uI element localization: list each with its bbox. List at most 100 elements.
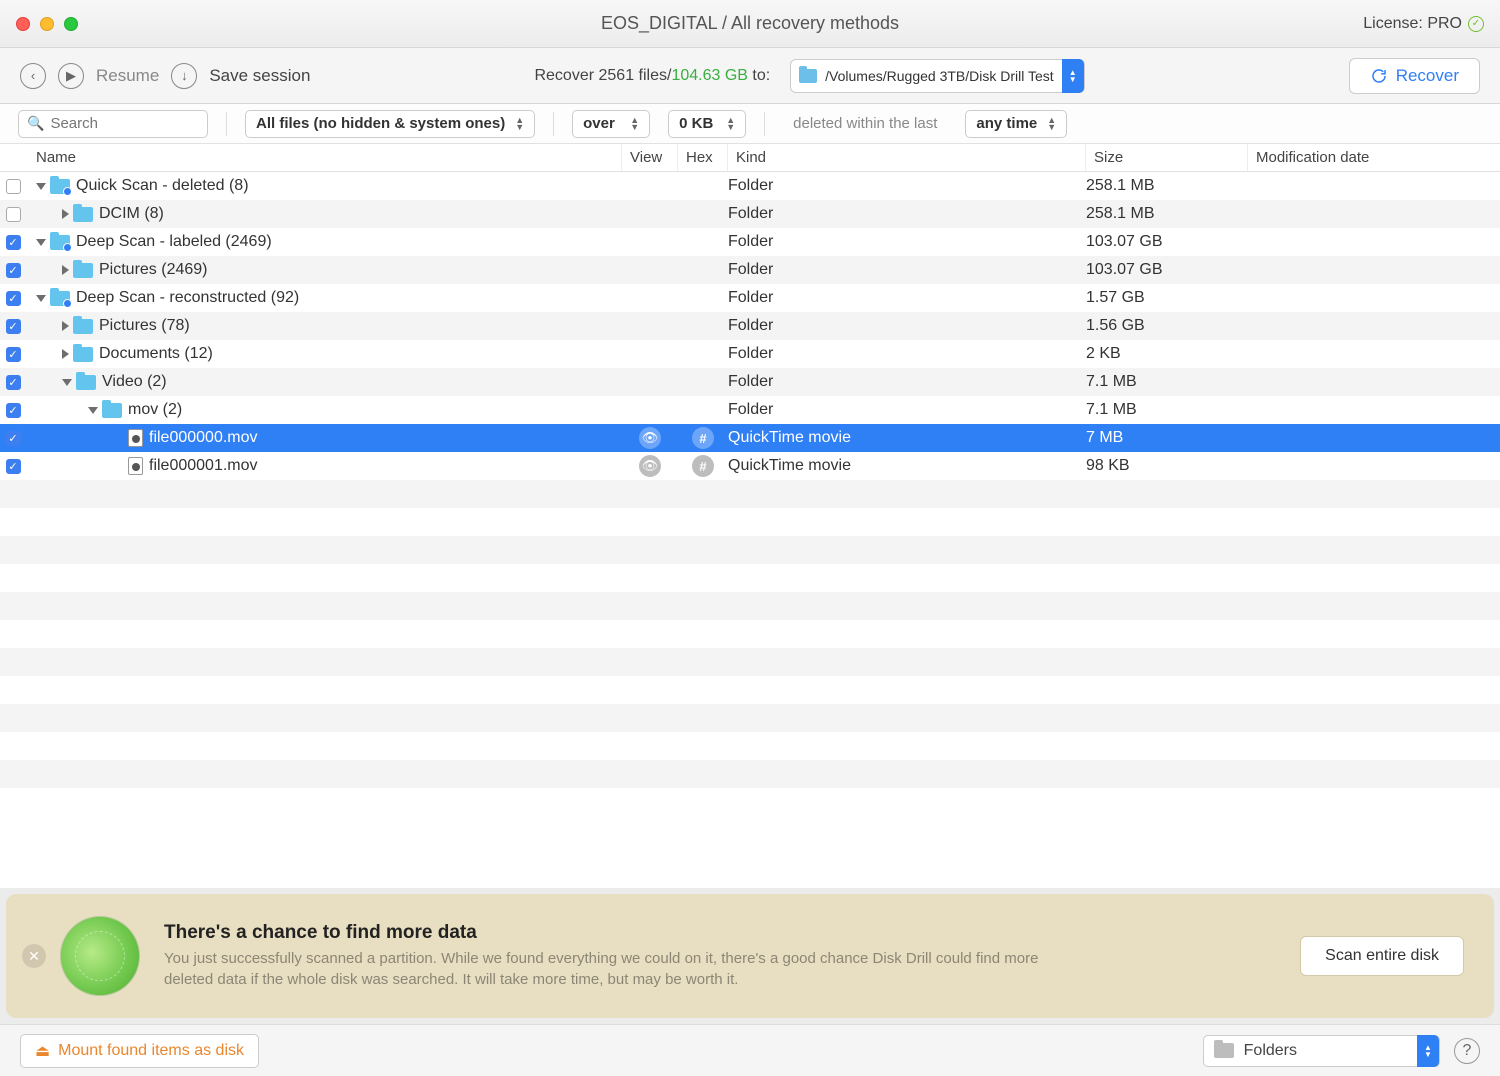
folder-icon xyxy=(102,403,122,418)
row-name: file000001.mov xyxy=(149,457,258,475)
column-modification-date[interactable]: Modification date xyxy=(1248,144,1500,171)
search-field[interactable] xyxy=(50,115,199,132)
window-title: EOS_DIGITAL / All recovery methods xyxy=(601,13,899,34)
recover-icon xyxy=(1370,67,1388,85)
table-row[interactable]: ✓Pictures (78)Folder1.56 GB xyxy=(0,312,1500,340)
row-checkbox[interactable]: ✓ xyxy=(6,235,21,250)
disclosure-triangle-icon[interactable] xyxy=(62,265,69,275)
folder-icon xyxy=(73,347,93,362)
search-icon: 🔍 xyxy=(27,115,44,132)
empty-row xyxy=(0,704,1500,732)
hex-button[interactable]: # xyxy=(692,455,714,477)
table-row[interactable]: ✓ file000001.mov 👁 # QuickTime movie98 KB xyxy=(0,452,1500,480)
recover-button[interactable]: Recover xyxy=(1349,58,1480,94)
kind-cell: QuickTime movie xyxy=(728,457,1086,475)
row-checkbox[interactable]: ✓ xyxy=(6,403,21,418)
table-row[interactable]: ✓Deep Scan - reconstructed (92)Folder1.5… xyxy=(0,284,1500,312)
preview-button[interactable]: 👁 xyxy=(639,455,661,477)
name-cell: Deep Scan - labeled (2469) xyxy=(26,233,622,251)
filter-bar: 🔍 All files (no hidden & system ones) ▲▼… xyxy=(0,104,1500,144)
disclosure-triangle-icon[interactable] xyxy=(62,379,72,386)
row-checkbox[interactable]: ✓ xyxy=(6,375,21,390)
size-cell: 258.1 MB xyxy=(1086,205,1248,223)
table-row[interactable]: ✓Deep Scan - labeled (2469)Folder103.07 … xyxy=(0,228,1500,256)
license-badge[interactable]: License: PRO ✓ xyxy=(1363,15,1484,33)
hex-button[interactable]: # xyxy=(692,427,714,449)
name-cell: file000000.mov xyxy=(26,429,622,447)
chevron-updown-icon: ▲▼ xyxy=(1047,117,1056,131)
separator xyxy=(553,112,554,136)
view-mode-dropdown[interactable]: Folders ▲▼ xyxy=(1203,1035,1440,1067)
close-banner-button[interactable]: ✕ xyxy=(22,944,46,968)
empty-row xyxy=(0,536,1500,564)
row-checkbox[interactable]: ✓ xyxy=(6,459,21,474)
path-stepper-icon[interactable]: ▲▼ xyxy=(1062,59,1084,93)
table-row[interactable]: ✓Video (2)Folder7.1 MB xyxy=(0,368,1500,396)
column-kind[interactable]: Kind xyxy=(728,144,1086,171)
size-cell: 1.57 GB xyxy=(1086,289,1248,307)
row-checkbox[interactable]: ✓ xyxy=(6,431,21,446)
table-row[interactable]: Quick Scan - deleted (8)Folder258.1 MB xyxy=(0,172,1500,200)
column-size[interactable]: Size xyxy=(1086,144,1248,171)
separator xyxy=(764,112,765,136)
column-hex[interactable]: Hex xyxy=(678,144,728,171)
save-session-icon[interactable]: ↓ xyxy=(171,63,197,89)
column-name[interactable]: Name xyxy=(0,144,622,171)
chevron-updown-icon: ▲▼ xyxy=(515,117,524,131)
resume-label[interactable]: Resume xyxy=(96,66,159,86)
empty-row xyxy=(0,760,1500,788)
row-checkbox[interactable]: ✓ xyxy=(6,319,21,334)
destination-path-selector[interactable]: /Volumes/Rugged 3TB/Disk Drill Test ▲▼ xyxy=(790,59,1085,93)
zoom-window-icon[interactable] xyxy=(64,17,78,31)
disclosure-triangle-icon[interactable] xyxy=(36,183,46,190)
name-cell: Pictures (78) xyxy=(26,317,622,335)
deleted-within-label: deleted within the last xyxy=(783,110,947,138)
play-button[interactable]: ▶ xyxy=(58,63,84,89)
row-checkbox[interactable]: ✓ xyxy=(6,263,21,278)
disclosure-triangle-icon[interactable] xyxy=(62,321,69,331)
size-cell: 98 KB xyxy=(1086,457,1248,475)
table-row[interactable]: DCIM (8)Folder258.1 MB xyxy=(0,200,1500,228)
disclosure-triangle-icon[interactable] xyxy=(88,407,98,414)
help-button[interactable]: ? xyxy=(1454,1038,1480,1064)
size-value-dropdown[interactable]: 0 KB ▲▼ xyxy=(668,110,746,138)
empty-row xyxy=(0,620,1500,648)
column-view[interactable]: View xyxy=(622,144,678,171)
minimize-window-icon[interactable] xyxy=(40,17,54,31)
table-row[interactable]: ✓Documents (12)Folder2 KB xyxy=(0,340,1500,368)
row-checkbox[interactable] xyxy=(6,179,21,194)
preview-button[interactable]: 👁 xyxy=(639,427,661,449)
disclosure-triangle-icon[interactable] xyxy=(36,239,46,246)
toolbar: ‹ ▶ Resume ↓ Save session Recover 2561 f… xyxy=(0,48,1500,104)
disclosure-triangle-icon[interactable] xyxy=(62,209,69,219)
timeframe-label: any time xyxy=(976,115,1037,132)
row-checkbox[interactable]: ✓ xyxy=(6,347,21,362)
table-row[interactable]: ✓Pictures (2469)Folder103.07 GB xyxy=(0,256,1500,284)
search-input[interactable]: 🔍 xyxy=(18,110,208,138)
name-cell: Pictures (2469) xyxy=(26,261,622,279)
row-name: Documents (12) xyxy=(99,345,213,363)
file-filter-dropdown[interactable]: All files (no hidden & system ones) ▲▼ xyxy=(245,110,535,138)
scan-entire-disk-button[interactable]: Scan entire disk xyxy=(1300,936,1464,976)
size-comparison-dropdown[interactable]: over ▲▼ xyxy=(572,110,650,138)
timeframe-dropdown[interactable]: any time ▲▼ xyxy=(965,110,1067,138)
folder-icon xyxy=(73,263,93,278)
table-row[interactable]: ✓file000000.mov👁#QuickTime movie7 MB xyxy=(0,424,1500,452)
save-session-label[interactable]: Save session xyxy=(209,66,310,86)
disclosure-triangle-icon[interactable] xyxy=(36,295,46,302)
table-row[interactable]: ✓mov (2)Folder7.1 MB xyxy=(0,396,1500,424)
row-name: Pictures (2469) xyxy=(99,261,208,279)
mount-button[interactable]: ⏏ Mount found items as disk xyxy=(20,1034,259,1068)
row-checkbox[interactable]: ✓ xyxy=(6,291,21,306)
name-cell: mov (2) xyxy=(26,401,622,419)
kind-cell: Folder xyxy=(728,233,1086,251)
close-window-icon[interactable] xyxy=(16,17,30,31)
mount-label: Mount found items as disk xyxy=(58,1042,244,1060)
folder-icon xyxy=(50,179,70,194)
kind-cell: Folder xyxy=(728,373,1086,391)
row-checkbox[interactable] xyxy=(6,207,21,222)
kind-cell: Folder xyxy=(728,261,1086,279)
disclosure-triangle-icon[interactable] xyxy=(62,349,69,359)
view-mode-stepper-icon[interactable]: ▲▼ xyxy=(1417,1035,1439,1067)
back-button[interactable]: ‹ xyxy=(20,63,46,89)
